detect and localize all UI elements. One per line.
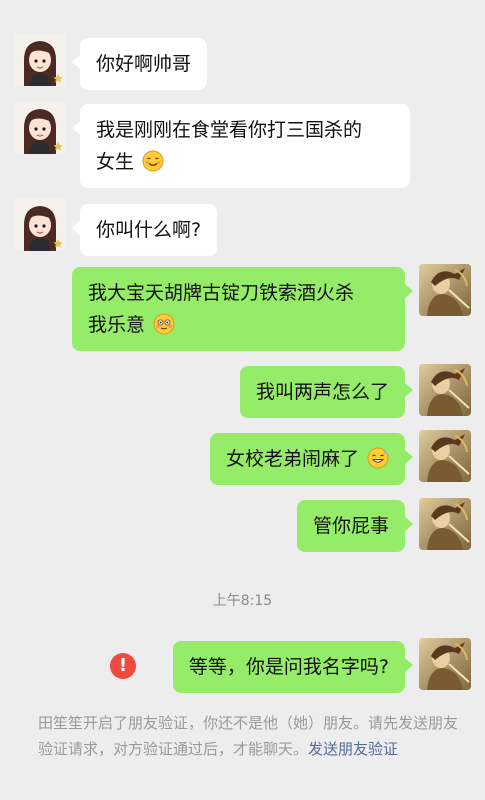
incoming-message[interactable]: 你好啊帅哥: [71, 38, 208, 90]
outgoing-message[interactable]: 等等，你是问我名字吗?: [172, 641, 414, 693]
send-failed-icon[interactable]: !: [110, 653, 136, 679]
message-text: 我叫两声怎么了: [255, 381, 389, 403]
message-text: 我大宝天胡牌古锭刀铁索酒火杀: [88, 282, 355, 304]
message-text: 你好啊帅哥: [96, 53, 192, 75]
outgoing-message[interactable]: 女校老弟闹麻了: [209, 433, 414, 485]
contact-avatar[interactable]: [14, 34, 66, 86]
flushed-emoji-icon: [153, 313, 175, 335]
sweat-smile-emoji-icon: [367, 447, 389, 469]
message-text: 等等，你是问我名字吗?: [188, 656, 389, 678]
send-friend-request-link[interactable]: 发送朋友验证: [308, 740, 398, 758]
self-avatar[interactable]: [419, 638, 471, 690]
contact-avatar[interactable]: [14, 199, 66, 251]
self-avatar[interactable]: [419, 430, 471, 482]
contact-avatar[interactable]: [14, 102, 66, 154]
incoming-message[interactable]: 你叫什么啊?: [71, 204, 218, 256]
outgoing-message[interactable]: 我叫两声怎么了: [239, 366, 414, 418]
message-text: 管你屁事: [312, 515, 389, 537]
message-text: 女生: [96, 151, 135, 173]
outgoing-message[interactable]: 我大宝天胡牌古锭刀铁索酒火杀 我乐意: [72, 267, 413, 351]
self-avatar[interactable]: [419, 364, 471, 416]
self-avatar[interactable]: [419, 498, 471, 550]
message-text: 你叫什么啊?: [96, 219, 202, 241]
outgoing-message[interactable]: 管你屁事: [296, 500, 414, 552]
self-avatar[interactable]: [419, 264, 471, 316]
blush-emoji-icon: [142, 150, 164, 172]
friend-verification-notice: 田笙笙开启了朋友验证，你还不是他（她）朋友。请先发送朋友验证请求，对方验证通过后…: [38, 710, 459, 762]
message-text: 女校老弟闹麻了: [225, 448, 359, 470]
incoming-message[interactable]: 我是刚刚在食堂看你打三国杀的 女生: [72, 104, 410, 188]
timestamp: 上午8:15: [212, 593, 273, 609]
message-text: 我乐意: [88, 314, 146, 336]
message-text: 我是刚刚在食堂看你打三国杀的: [96, 119, 363, 141]
